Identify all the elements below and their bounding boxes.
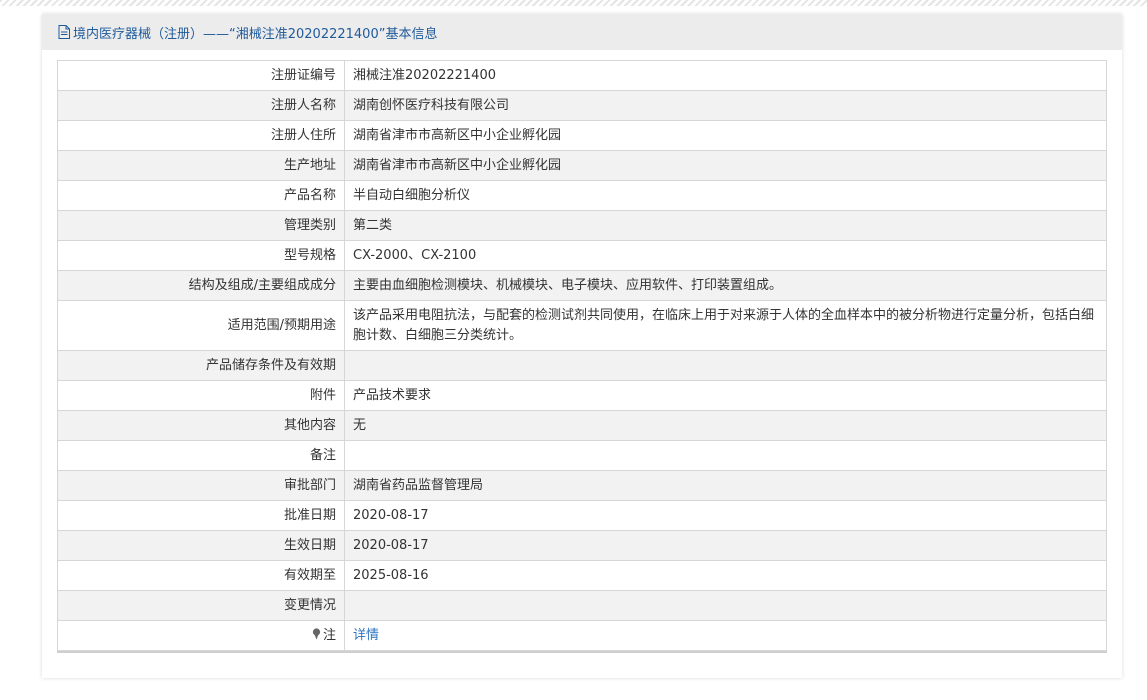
- row-value: 湘械注准20202221400: [344, 60, 1107, 91]
- row-label: 注册人名称: [57, 90, 345, 121]
- row-value: 产品技术要求: [344, 380, 1107, 411]
- row-value: 2025-08-16: [344, 560, 1107, 591]
- row-label: 变更情况: [57, 590, 345, 621]
- row-value: 无: [344, 410, 1107, 441]
- table-row: 型号规格 CX-2000、CX-2100: [57, 240, 1107, 271]
- row-value: 2020-08-17: [344, 530, 1107, 561]
- row-label: 附件: [57, 380, 345, 411]
- info-table: 注册证编号 湘械注准20202221400 注册人名称 湖南创怀医疗科技有限公司…: [57, 60, 1107, 651]
- table-row: 结构及组成/主要组成成分 主要由血细胞检测模块、机械模块、电子模块、应用软件、打…: [57, 270, 1107, 301]
- row-label: 备注: [57, 440, 345, 471]
- row-value: 第二类: [344, 210, 1107, 241]
- row-value: 湖南创怀医疗科技有限公司: [344, 90, 1107, 121]
- row-label: 生效日期: [57, 530, 345, 561]
- table-row: 适用范围/预期用途 该产品采用电阻抗法，与配套的检测试剂共同使用，在临床上用于对…: [57, 300, 1107, 351]
- table-row: 附件 产品技术要求: [57, 380, 1107, 411]
- row-label: 产品名称: [57, 180, 345, 211]
- table-row: 有效期至 2025-08-16: [57, 560, 1107, 591]
- table-row: 注册人住所 湖南省津市市高新区中小企业孵化园: [57, 120, 1107, 151]
- row-value: 湖南省药品监督管理局: [344, 470, 1107, 501]
- details-link[interactable]: 详情: [353, 628, 379, 643]
- row-value: 湖南省津市市高新区中小企业孵化园: [344, 150, 1107, 181]
- table-row: 审批部门 湖南省药品监督管理局: [57, 470, 1107, 501]
- row-label: 审批部门: [57, 470, 345, 501]
- table-row: 生产地址 湖南省津市市高新区中小企业孵化园: [57, 150, 1107, 181]
- table-row: 批准日期 2020-08-17: [57, 500, 1107, 531]
- panel-header: 境内医疗器械（注册）——“湘械注准20202221400”基本信息: [42, 14, 1122, 50]
- row-label: 注册人住所: [57, 120, 345, 151]
- note-row: 注 详情: [57, 620, 1107, 651]
- note-label: 注: [322, 627, 336, 643]
- row-label: 型号规格: [57, 240, 345, 271]
- row-value: 主要由血细胞检测模块、机械模块、电子模块、应用软件、打印装置组成。: [344, 270, 1107, 301]
- table-row: 其他内容 无: [57, 410, 1107, 441]
- table-row: 注册证编号 湘械注准20202221400: [57, 60, 1107, 91]
- top-decorative-stripe: [0, 0, 1147, 6]
- row-value: CX-2000、CX-2100: [344, 240, 1107, 271]
- info-panel: 境内医疗器械（注册）——“湘械注准20202221400”基本信息 注册证编号 …: [42, 14, 1122, 678]
- row-label: 适用范围/预期用途: [57, 300, 345, 351]
- row-label: 有效期至: [57, 560, 345, 591]
- row-label: 结构及组成/主要组成成分: [57, 270, 345, 301]
- row-value: 2020-08-17: [344, 500, 1107, 531]
- note-label-cell: 注: [57, 620, 345, 651]
- table-row: 注册人名称 湖南创怀医疗科技有限公司: [57, 90, 1107, 121]
- panel-title: 境内医疗器械（注册）——“湘械注准20202221400”基本信息: [73, 26, 438, 42]
- row-label: 批准日期: [57, 500, 345, 531]
- row-label: 其他内容: [57, 410, 345, 441]
- row-label: 注册证编号: [57, 60, 345, 91]
- row-value: [344, 350, 1107, 381]
- table-row: 生效日期 2020-08-17: [57, 530, 1107, 561]
- table-row: 产品名称 半自动白细胞分析仪: [57, 180, 1107, 211]
- row-value: [344, 440, 1107, 471]
- table-row: 管理类别 第二类: [57, 210, 1107, 241]
- pin-icon: [312, 627, 321, 639]
- row-label: 生产地址: [57, 150, 345, 181]
- row-value: 该产品采用电阻抗法，与配套的检测试剂共同使用，在临床上用于对来源于人体的全血样本…: [344, 300, 1107, 351]
- table-bottom-border: [57, 651, 1107, 653]
- row-value: 湖南省津市市高新区中小企业孵化园: [344, 120, 1107, 151]
- document-icon: [58, 25, 70, 39]
- row-value: [344, 590, 1107, 621]
- row-label: 产品储存条件及有效期: [57, 350, 345, 381]
- row-value: 半自动白细胞分析仪: [344, 180, 1107, 211]
- table-row: 备注: [57, 440, 1107, 471]
- panel-body: 注册证编号 湘械注准20202221400 注册人名称 湖南创怀医疗科技有限公司…: [57, 60, 1107, 653]
- note-value-cell: 详情: [344, 620, 1107, 651]
- table-row: 产品储存条件及有效期: [57, 350, 1107, 381]
- row-label: 管理类别: [57, 210, 345, 241]
- table-row: 变更情况: [57, 590, 1107, 621]
